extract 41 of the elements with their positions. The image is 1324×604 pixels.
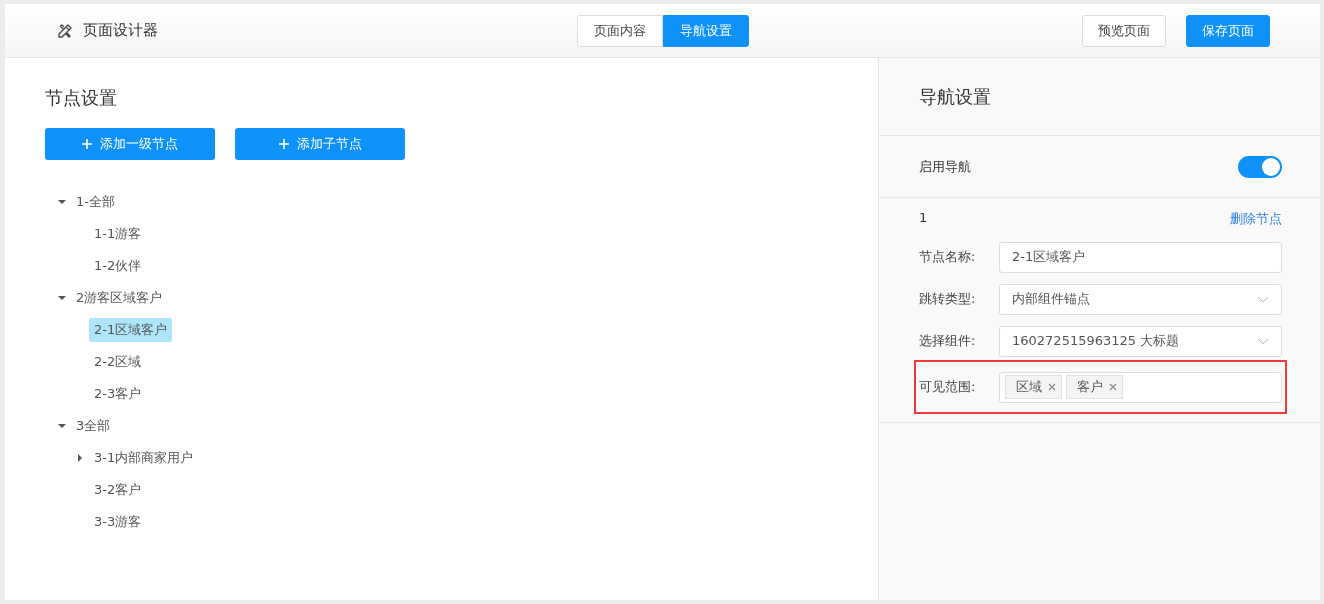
tree-node[interactable]: 1-1游客 [89, 222, 147, 246]
chevron-down-icon [1257, 295, 1269, 303]
tag-field[interactable]: 区域 客户 [999, 371, 1282, 403]
enable-label: 启用导航 [919, 157, 971, 176]
tree-node[interactable]: 1-全部 [71, 190, 120, 214]
tag: 客户 [1066, 375, 1123, 399]
node-name-field[interactable]: 2-1区域客户 [999, 241, 1282, 273]
toggle-switch[interactable] [1238, 155, 1282, 178]
close-icon[interactable] [1109, 383, 1117, 391]
plus-icon [278, 139, 289, 149]
field-label: 选择组件: [919, 332, 977, 350]
tree-node[interactable]: 2-3客户 [89, 382, 147, 406]
tree-node[interactable]: 3全部 [71, 414, 116, 438]
tree-node[interactable]: 2游客区域客户 [71, 286, 168, 310]
preview-button[interactable]: 预览页面 [1082, 14, 1166, 47]
select-field[interactable]: 内部组件锚点 [999, 283, 1282, 315]
app-title: 页面设计器 [83, 21, 158, 40]
caret-icon[interactable] [76, 454, 84, 462]
delete-node-link[interactable]: 删除节点 [1230, 210, 1282, 228]
tree-node[interactable]: 3-3游客 [89, 510, 147, 534]
select-field[interactable]: 160272515963125 大标题 [999, 325, 1282, 357]
caret-icon[interactable] [58, 294, 66, 302]
tree-node[interactable]: 2-2区域 [89, 350, 147, 374]
plus-icon [82, 139, 92, 149]
tree-node[interactable]: 2-1区域客户 [89, 318, 173, 342]
field-label: 节点名称: [919, 248, 977, 266]
field-label: 可见范围: [919, 378, 977, 396]
tree-node[interactable]: 3-2客户 [89, 478, 147, 502]
tools-icon [57, 22, 73, 39]
chevron-down-icon [1257, 337, 1269, 345]
field-label: 跳转类型: [919, 290, 977, 308]
caret-icon[interactable] [58, 198, 66, 206]
tag: 区域 [1005, 375, 1062, 399]
tab[interactable]: 页面内容 [577, 14, 663, 47]
tree-node[interactable]: 3-1内部商家用户 [89, 446, 199, 470]
node-index: 1 [919, 210, 928, 227]
close-icon[interactable] [1048, 383, 1056, 391]
caret-icon[interactable] [58, 422, 66, 430]
panel-title: 导航设置 [919, 84, 991, 109]
tree-node[interactable]: 1-2伙伴 [89, 254, 147, 278]
section-title: 节点设置 [45, 86, 118, 110]
